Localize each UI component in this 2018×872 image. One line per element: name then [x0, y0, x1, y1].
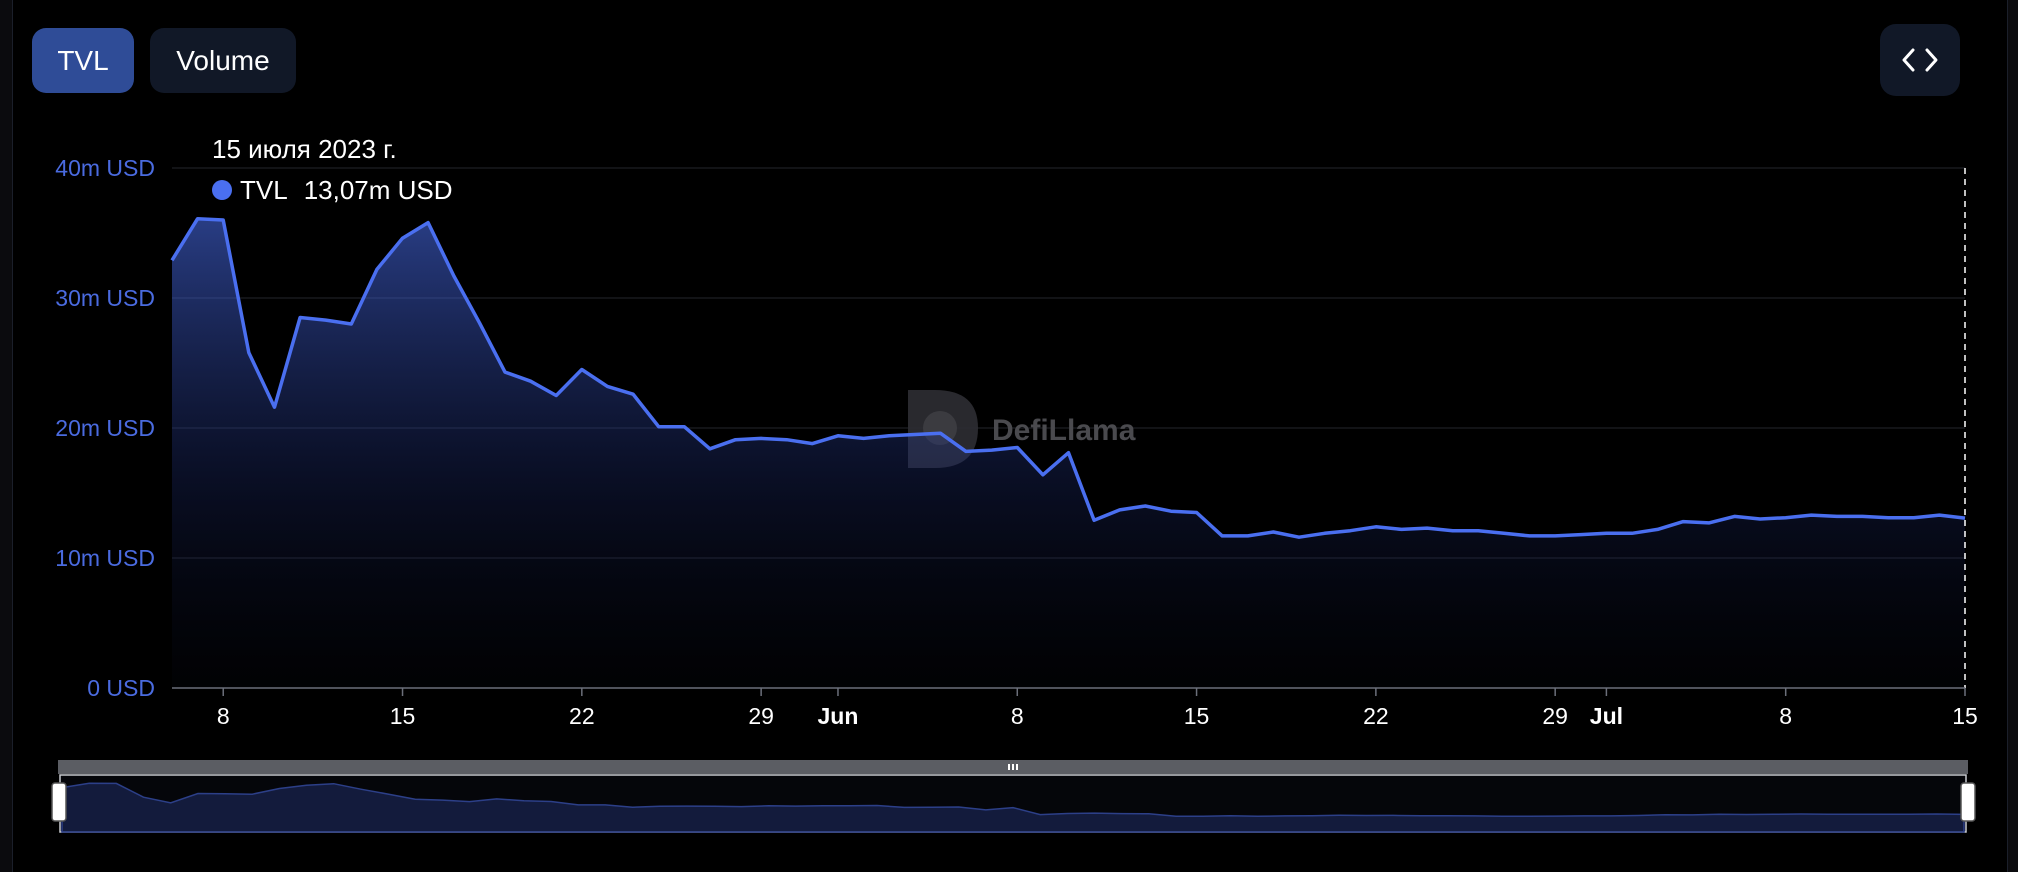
x-tick-label: 8 [217, 703, 230, 729]
slider-grip-icon [1008, 764, 1018, 770]
range-handle-right[interactable] [1960, 782, 1976, 822]
x-tick-label: Jul [1590, 703, 1623, 729]
x-tick-label: Jun [818, 703, 859, 729]
y-tick-label: 20m USD [55, 415, 155, 441]
tvl-chart: 0 USD 10m USD 20m USD 30m USD 40m USD DefiLl… [51, 134, 1978, 833]
watermark-text: DefiLlama [992, 414, 1136, 447]
tooltip-value: 13,07m USD [304, 175, 453, 205]
x-tick-label: 15 [1952, 703, 1978, 729]
range-slider[interactable] [51, 760, 1976, 833]
x-tick-label: 8 [1011, 703, 1024, 729]
y-tick-label: 40m USD [55, 155, 155, 181]
x-tick-label: 22 [1363, 703, 1389, 729]
tooltip-series-marker [212, 180, 232, 200]
x-tick-label: 8 [1779, 703, 1792, 729]
x-tick-label: 22 [569, 703, 595, 729]
y-tick-label: 30m USD [55, 285, 155, 311]
x-tick-label: 29 [748, 703, 774, 729]
x-tick-label: 29 [1542, 703, 1568, 729]
tooltip-series: TVL 13,07m USD [240, 175, 453, 205]
range-handle-left[interactable] [51, 782, 67, 822]
tooltip-series-name: TVL [240, 175, 288, 205]
tooltip: 15 июля 2023 г. TVL 13,07m USD [212, 134, 453, 205]
y-tick-label: 0 USD [87, 675, 155, 701]
y-tick-label: 10m USD [55, 545, 155, 571]
x-tick-label: 15 [390, 703, 416, 729]
tooltip-date: 15 июля 2023 г. [212, 134, 397, 164]
x-tick-label: 15 [1184, 703, 1210, 729]
